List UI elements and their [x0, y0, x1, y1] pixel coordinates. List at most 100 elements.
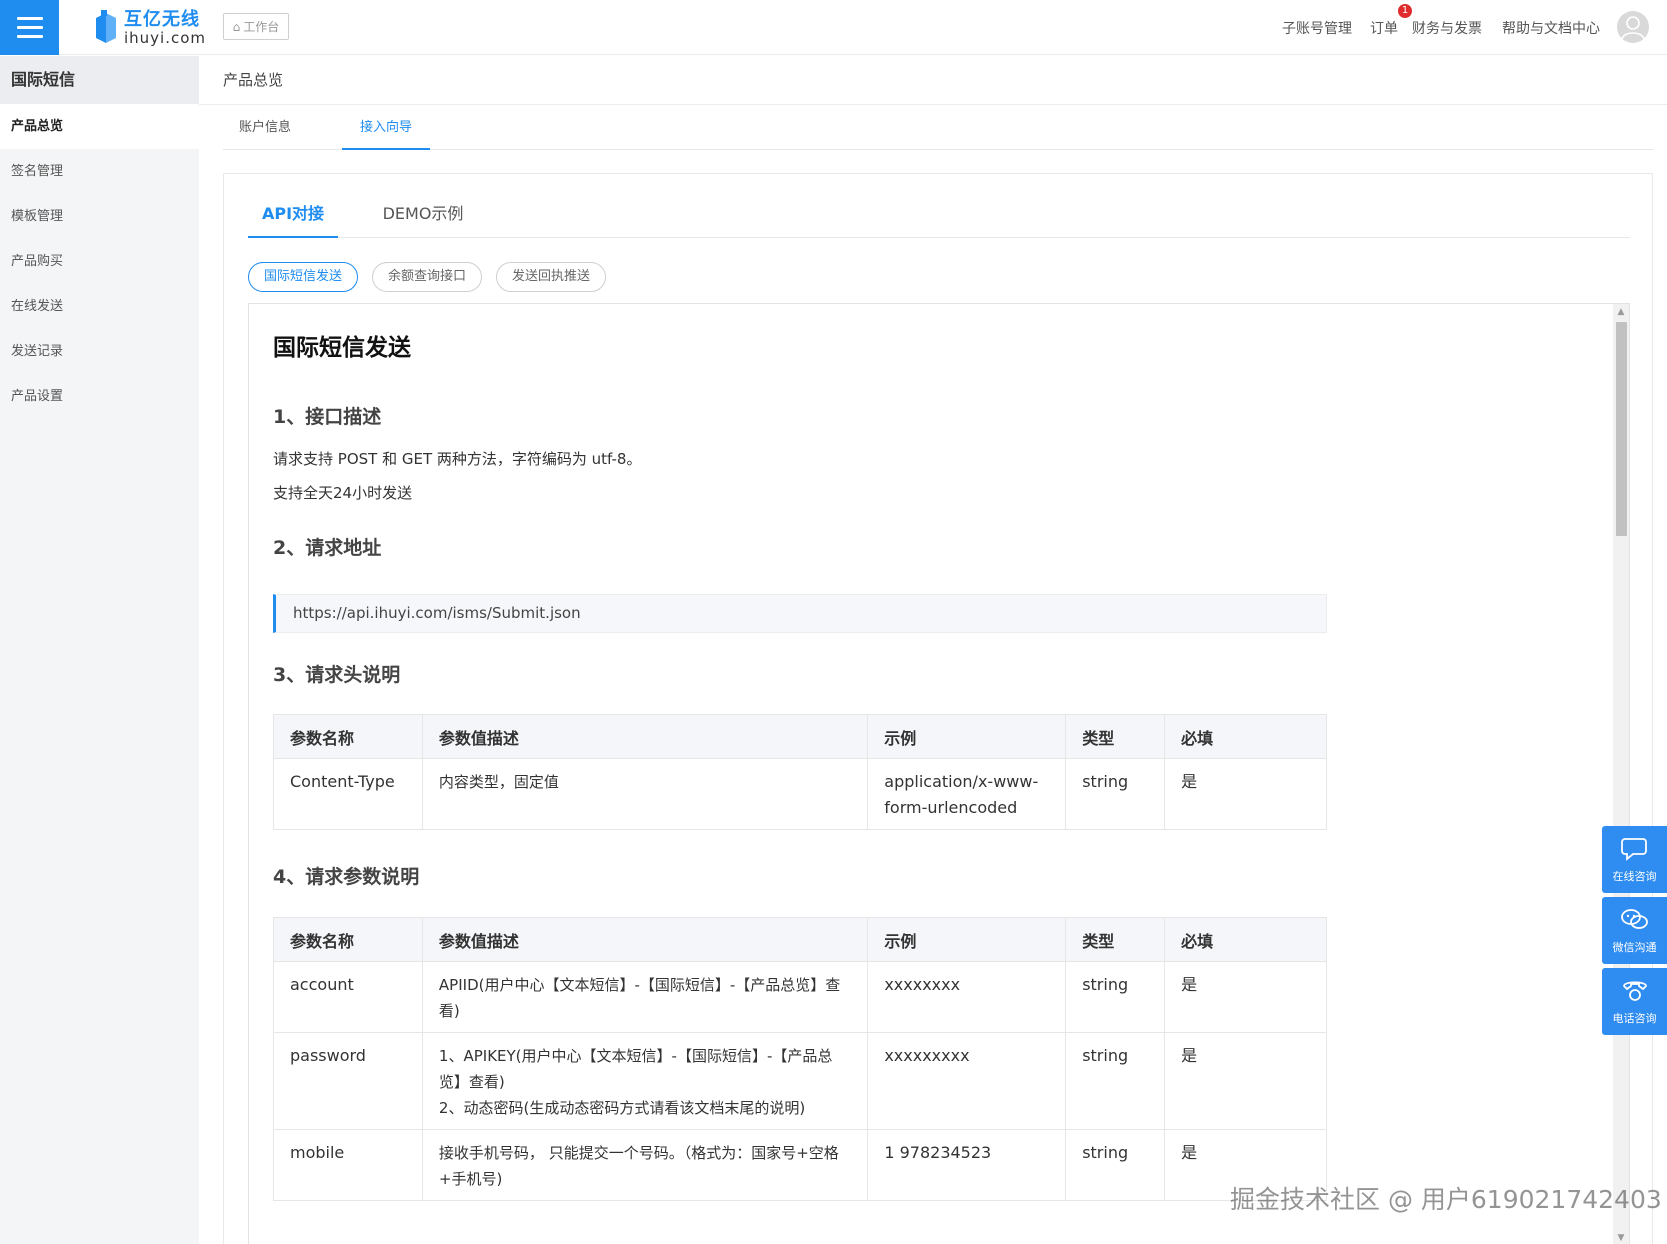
scroll-thumb[interactable]	[1616, 322, 1627, 536]
contact-float-widget: 在线咨询 微信沟通 电话咨询	[1602, 826, 1667, 1039]
hamburger-menu-button[interactable]	[0, 0, 59, 55]
cell-type: string	[1065, 1032, 1166, 1130]
description-text-2: 支持全天24小时发送	[273, 484, 413, 502]
cell-param-desc: APIID(用户中心【文本短信】-【国际短信】-【产品总览】查看)	[421, 961, 869, 1033]
col-header-required: 必填	[1164, 714, 1327, 759]
logo-mark-icon	[94, 10, 118, 46]
cell-param-name: account	[273, 961, 423, 1033]
scroll-down-arrow-icon[interactable]: ▼	[1613, 1230, 1629, 1244]
tab-api-integration[interactable]: API对接	[248, 190, 338, 238]
description-text-1: 请求支持 POST 和 GET 两种方法，字符编码为 utf-8。	[273, 450, 642, 468]
workbench-button[interactable]: ⌂ 工作台	[223, 13, 289, 40]
doc-title: 国际短信发送	[273, 335, 411, 361]
cell-example: 1 978234523	[867, 1129, 1067, 1201]
api-tabs: API对接 DEMO示例	[248, 190, 1630, 238]
cell-required: 是	[1164, 961, 1327, 1033]
menu-bar-line	[16, 17, 43, 20]
pill-receipt-push[interactable]: 发送回执推送	[496, 262, 606, 292]
scroll-up-arrow-icon[interactable]: ▲	[1613, 304, 1629, 320]
cell-type: string	[1065, 1129, 1166, 1201]
watermark-text: 掘金技术社区 @ 用户619021742403	[1230, 1185, 1662, 1214]
top-nav-help[interactable]: 帮助与文档中心	[1502, 0, 1600, 55]
sidebar-title: 国际短信	[0, 56, 199, 104]
pill-intl-sms-send[interactable]: 国际短信发送	[248, 262, 358, 292]
online-consult-button[interactable]: 在线咨询	[1602, 826, 1667, 893]
section-heading-description: 1、接口描述	[273, 406, 382, 428]
top-nav-orders[interactable]: 订单 1	[1370, 0, 1412, 55]
online-consult-label: 在线咨询	[1612, 869, 1657, 883]
logo-domain-text: ihuyi.com	[124, 28, 207, 47]
logo-chinese-text: 互亿无线	[124, 8, 200, 30]
cell-param-name: mobile	[273, 1129, 423, 1201]
nav-finance-invoice[interactable]: 财务与发票	[1412, 18, 1482, 38]
api-doc-viewer[interactable]: 国际短信发送 1、接口描述 请求支持 POST 和 GET 两种方法，字符编码为…	[248, 303, 1630, 1244]
cell-required: 是	[1164, 1032, 1327, 1130]
section-heading-request-url: 2、请求地址	[273, 537, 382, 559]
home-icon: ⌂	[232, 19, 241, 34]
sub-tabs: 账户信息 接入向导	[223, 106, 1653, 150]
cell-type: string	[1065, 961, 1166, 1033]
col-header-example: 示例	[867, 714, 1067, 759]
cell-param-desc: 接收手机号码， 只能提交一个号码。（格式为：国家号+空格+手机号)	[421, 1129, 869, 1201]
table-row: account APIID(用户中心【文本短信】-【国际短信】-【产品总览】查看…	[273, 961, 1327, 1033]
cell-example: application/x-www-form-urlencoded	[867, 758, 1067, 830]
param-desc-line-2: 2、动态密码(生成动态密码方式请看该文档末尾的说明)	[438, 1099, 806, 1117]
sidebar-item-product-overview[interactable]: 产品总览	[0, 104, 199, 149]
cell-param-name: Content-Type	[273, 758, 423, 830]
doc-content: 国际短信发送 1、接口描述 请求支持 POST 和 GET 两种方法，字符编码为…	[249, 304, 1609, 1244]
tab-account-info[interactable]: 账户信息	[239, 106, 313, 150]
col-header-type: 类型	[1065, 917, 1166, 962]
chat-bubble-icon	[1620, 837, 1647, 861]
phone-consult-label: 电话咨询	[1612, 1011, 1657, 1025]
main-panel: API对接 DEMO示例 国际短信发送 余额查询接口 发送回执推送 国际短信发送…	[223, 173, 1653, 1244]
order-count-badge: 1	[1398, 3, 1412, 18]
menu-bar-line	[16, 26, 43, 29]
table-row: mobile 接收手机号码， 只能提交一个号码。（格式为：国家号+空格+手机号)…	[273, 1129, 1327, 1201]
cell-type: string	[1065, 758, 1166, 830]
menu-bar-line	[16, 35, 43, 38]
wechat-icon	[1620, 908, 1648, 929]
nav-orders[interactable]: 订单 1	[1370, 3, 1412, 38]
col-header-example: 示例	[867, 917, 1067, 962]
top-bar: 互亿无线 ihuyi.com ⌂ 工作台 子账号管理 订单 1 财务与发票 帮助…	[0, 0, 1667, 55]
cell-example: xxxxxxxxx	[867, 1032, 1067, 1130]
cell-param-desc: 1、APIKEY(用户中心【文本短信】-【国际短信】-【产品总览】查看) 2、动…	[421, 1032, 869, 1130]
pill-balance-query[interactable]: 余额查询接口	[372, 262, 482, 292]
col-header-param-desc: 参数值描述	[421, 714, 869, 759]
cell-example: xxxxxxxx	[867, 961, 1067, 1033]
col-header-param-name: 参数名称	[273, 917, 423, 962]
sidebar-item-template-management[interactable]: 模板管理	[0, 194, 199, 239]
sidebar-item-product-purchase[interactable]: 产品购买	[0, 239, 199, 284]
nav-help-docs[interactable]: 帮助与文档中心	[1502, 18, 1600, 38]
request-params-table: 参数名称 参数值描述 示例 类型 必填 account APIID(用户中心【文…	[273, 917, 1327, 1201]
phone-consult-button[interactable]: 电话咨询	[1602, 968, 1667, 1035]
brand-logo[interactable]: 互亿无线 ihuyi.com	[94, 8, 207, 48]
wechat-contact-label: 微信沟通	[1612, 940, 1657, 954]
tab-demo-examples[interactable]: DEMO示例	[378, 190, 468, 238]
sidebar-item-online-send[interactable]: 在线发送	[0, 284, 199, 329]
tab-integration-guide[interactable]: 接入向导	[342, 106, 430, 150]
section-heading-request-params: 4、请求参数说明	[273, 866, 420, 888]
cell-required: 是	[1164, 758, 1327, 830]
table-header-row: 参数名称 参数值描述 示例 类型 必填	[273, 917, 1327, 962]
top-nav-sub-accounts[interactable]: 子账号管理	[1282, 0, 1352, 55]
cell-param-desc: 内容类型，固定值	[421, 758, 869, 830]
top-nav-finance[interactable]: 财务与发票	[1412, 0, 1482, 55]
col-header-param-name: 参数名称	[273, 714, 423, 759]
request-url-box: https://api.ihuyi.com/isms/Submit.json	[273, 594, 1327, 633]
table-header-row: 参数名称 参数值描述 示例 类型 必填	[273, 714, 1327, 759]
param-desc-line-1: 1、APIKEY(用户中心【文本短信】-【国际短信】-【产品总览】查看)	[438, 1047, 833, 1091]
sidebar-item-product-settings[interactable]: 产品设置	[0, 374, 199, 419]
nav-sub-accounts[interactable]: 子账号管理	[1282, 18, 1352, 38]
sidebar: 国际短信 产品总览 签名管理 模板管理 产品购买 在线发送 发送记录 产品设置	[0, 56, 199, 1244]
wechat-contact-button[interactable]: 微信沟通	[1602, 897, 1667, 964]
nav-orders-label: 订单	[1370, 20, 1398, 37]
request-headers-table: 参数名称 参数值描述 示例 类型 必填 Content-Type 内容类型，固定…	[273, 714, 1327, 830]
doc-scrollbar[interactable]: ▲ ▼	[1613, 304, 1629, 1244]
sidebar-item-send-records[interactable]: 发送记录	[0, 329, 199, 374]
workbench-label: 工作台	[243, 20, 280, 34]
user-avatar[interactable]	[1617, 11, 1649, 43]
user-icon	[1621, 16, 1645, 40]
sidebar-item-signature-management[interactable]: 签名管理	[0, 149, 199, 194]
section-heading-request-headers: 3、请求头说明	[273, 664, 401, 686]
